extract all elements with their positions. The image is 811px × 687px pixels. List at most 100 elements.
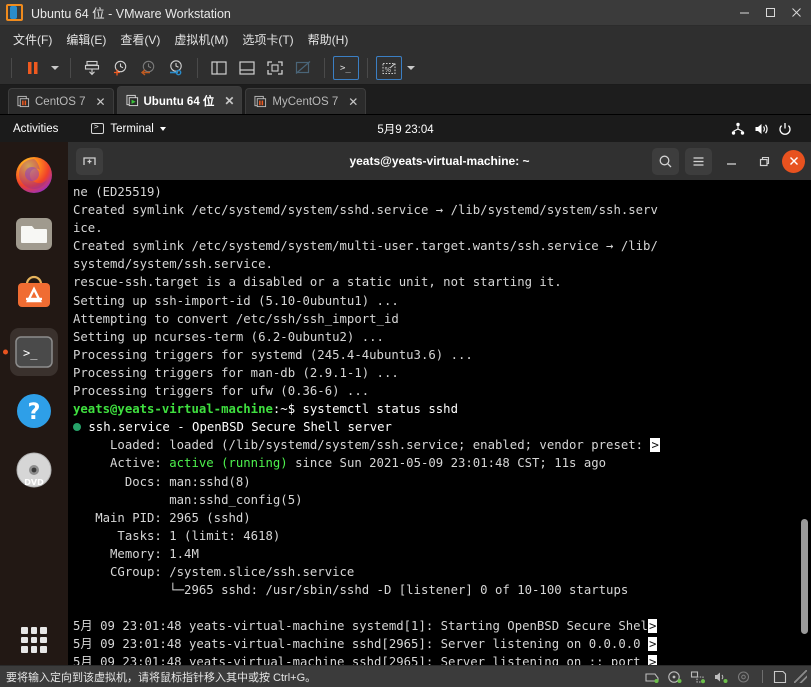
terminal-minimize-button[interactable]: [718, 148, 744, 174]
status-cd-dvd-icon[interactable]: [667, 670, 683, 684]
ubuntu-dock: >_ ? DVD: [0, 142, 68, 665]
new-tab-icon: [83, 156, 96, 165]
menu-tabs[interactable]: 选项卡(T): [235, 28, 300, 51]
take-snapshot-button[interactable]: [106, 55, 134, 81]
terminal-close-button[interactable]: [782, 149, 805, 173]
tab-close-button[interactable]: ✕: [95, 95, 107, 109]
suspend-button[interactable]: [19, 55, 47, 81]
terminal-text: Tasks: 1 (limit: 4618): [73, 528, 281, 543]
svg-text:>_: >_: [340, 64, 351, 74]
terminal-text: since Sun 2021-05-09 23:01:48 CST; 11s a…: [287, 456, 607, 471]
terminal-text: yeats@yeats-virtual-machine: [73, 402, 273, 417]
terminal-text: Active:: [73, 456, 170, 471]
terminal-text: Created symlink /etc/systemd/system/mult…: [73, 239, 658, 254]
terminal-text: ice.: [73, 221, 103, 236]
revert-snapshot-button[interactable]: [134, 55, 162, 81]
terminal-scrollbar[interactable]: [800, 182, 809, 663]
status-hard-disk-icon[interactable]: [644, 670, 660, 684]
toolbar-divider: [11, 58, 12, 78]
show-applications-icon[interactable]: [21, 627, 47, 653]
vmware-workstation-window: Ubuntu 64 位 - VMware Workstation 文件(F) 编…: [0, 0, 811, 687]
toolbar-overflow-dropdown[interactable]: [403, 55, 419, 81]
dock-item-dvd[interactable]: DVD: [10, 446, 58, 494]
minimize-icon: [726, 162, 736, 165]
dock-item-firefox[interactable]: [10, 151, 58, 199]
terminal-text: ssh.service - OpenBSD Secure Shell serve…: [81, 420, 392, 435]
gnome-top-panel: Activities Terminal 5月9 23:04: [0, 115, 811, 142]
terminal-line: Memory: 1.4M: [73, 545, 811, 563]
terminal-menu-button[interactable]: [685, 147, 712, 175]
menu-file[interactable]: 文件(F): [6, 28, 59, 51]
clock[interactable]: 5月9 23:04: [377, 121, 433, 137]
app-menu-button[interactable]: Terminal: [91, 122, 166, 135]
svg-text:DVD: DVD: [24, 478, 44, 487]
terminal-text: rescue-ssh.target is a disabled or a sta…: [73, 275, 562, 290]
terminal-maximize-button[interactable]: [750, 148, 776, 174]
tab-label: MyCentOS 7: [272, 95, 339, 108]
tab-ubuntu-64[interactable]: Ubuntu 64 位 ✕: [116, 86, 243, 114]
toolbar-divider: [70, 58, 71, 78]
minimize-button[interactable]: [731, 0, 757, 25]
new-tab-button[interactable]: [76, 147, 103, 175]
status-display-icon[interactable]: [773, 670, 787, 684]
dock-item-terminal[interactable]: >_: [10, 328, 58, 376]
toolbar-divider: [367, 58, 368, 78]
terminal-scrollbar-thumb[interactable]: [801, 518, 808, 635]
status-printer-icon[interactable]: [736, 670, 752, 684]
dock-item-files[interactable]: [10, 210, 58, 258]
tab-close-button[interactable]: ✕: [223, 94, 235, 108]
system-indicators[interactable]: [731, 122, 801, 136]
menu-edit[interactable]: 编辑(E): [59, 28, 113, 51]
manage-snapshots-button[interactable]: [162, 55, 190, 81]
menu-help[interactable]: 帮助(H): [301, 28, 356, 51]
power-dropdown[interactable]: [47, 55, 63, 81]
guest-screen: Activities Terminal 5月9 23:04: [0, 114, 811, 665]
window-title: Ubuntu 64 位 - VMware Workstation: [31, 7, 231, 21]
menu-view[interactable]: 查看(V): [113, 28, 167, 51]
line-truncation-marker: >: [650, 438, 660, 453]
terminal-line: ice.: [73, 219, 811, 237]
toolbar: >_ %: [0, 52, 811, 85]
dock-item-help[interactable]: ?: [10, 387, 58, 435]
maximize-button[interactable]: [757, 0, 783, 25]
terminal-text: man:sshd_config(5): [73, 492, 303, 507]
dock-item-software[interactable]: [10, 269, 58, 317]
vmware-logo-icon: [6, 4, 23, 21]
tab-mycentos-7[interactable]: MyCentOS 7 ✕: [245, 88, 367, 114]
tab-close-button[interactable]: ✕: [347, 95, 359, 109]
activities-button[interactable]: Activities: [13, 123, 58, 135]
terminal-output[interactable]: ne (ED25519) Created symlink /etc/systemd…: [68, 180, 811, 665]
terminal-line: Tasks: 1 (limit: 4618): [73, 527, 811, 545]
terminal-line: Setting up ncurses-term (6.2-0ubuntu2) .…: [73, 328, 811, 346]
terminal-line: ne (ED25519): [73, 183, 811, 201]
close-button[interactable]: [783, 0, 809, 25]
tab-centos-7[interactable]: CentOS 7 ✕: [8, 88, 114, 114]
terminal-text: Setting up ncurses-term (6.2-0ubuntu2) .…: [73, 329, 384, 344]
resize-grip[interactable]: [794, 670, 807, 683]
terminal-line: 5月 09 23:01:48 yeats-virtual-machine ssh…: [73, 635, 811, 653]
show-library-button[interactable]: [205, 55, 233, 81]
terminal-line: CGroup: /system.slice/ssh.service: [73, 563, 811, 581]
show-thumbnail-bar-button[interactable]: [233, 55, 261, 81]
terminal-search-button[interactable]: [652, 147, 679, 175]
terminal-line: Setting up ssh-import-id (5.10-0ubuntu1)…: [73, 292, 811, 310]
terminal-line: Processing triggers for man-db (2.9.1-1)…: [73, 364, 811, 382]
status-sound-icon[interactable]: [713, 670, 729, 684]
menu-vm[interactable]: 虚拟机(M): [167, 28, 235, 51]
status-network-icon[interactable]: [690, 670, 706, 684]
terminal-line: └─2965 sshd: /usr/sbin/sshd -D [listener…: [73, 581, 811, 599]
unity-mode-button[interactable]: [289, 55, 317, 81]
terminal-line: Main PID: 2965 (sshd): [73, 509, 811, 527]
terminal-text: Processing triggers for ufw (0.36-6) ...: [73, 384, 370, 399]
remote-console-button[interactable]: %: [375, 55, 403, 81]
service-status-dot: [73, 422, 81, 431]
status-message: 要将输入定向到该虚拟机，请将鼠标指针移入其中或按 Ctrl+G。: [6, 671, 317, 684]
terminal-line: Active: active (running) since Sun 2021-…: [73, 454, 811, 472]
terminal-text: Processing triggers for man-db (2.9.1-1)…: [73, 365, 399, 380]
terminal-text: Docs: man:sshd(8): [73, 474, 251, 489]
terminal-line: Loaded: loaded (/lib/systemd/system/ssh.…: [73, 436, 811, 454]
fullscreen-button[interactable]: [261, 55, 289, 81]
terminal-text: 5月 09 23:01:48 yeats-virtual-machine sys…: [73, 619, 648, 634]
console-view-button[interactable]: >_: [332, 55, 360, 81]
send-ctrl-alt-del-button[interactable]: [78, 55, 106, 81]
